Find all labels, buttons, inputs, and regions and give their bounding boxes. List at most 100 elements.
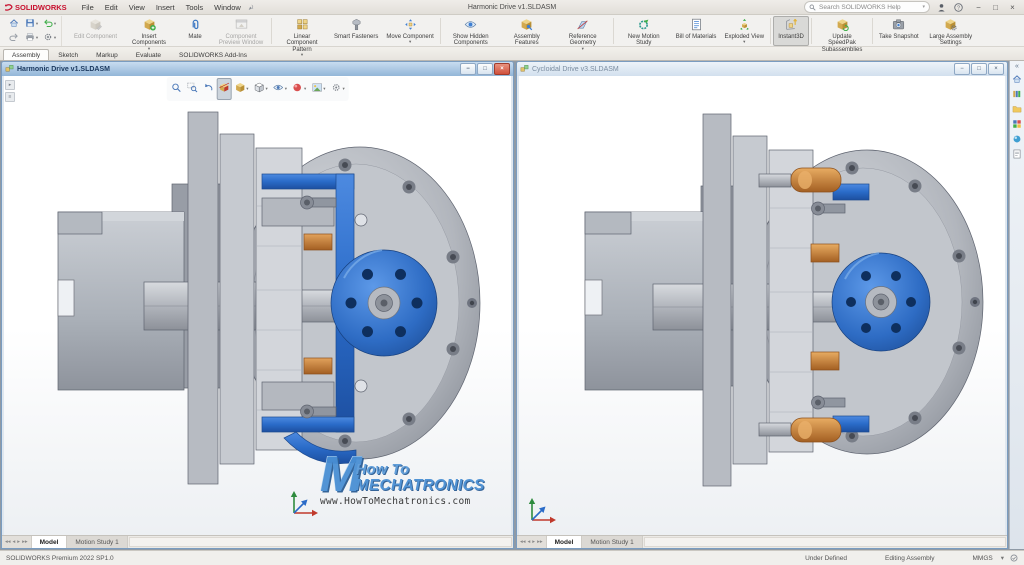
doc-minimize-button[interactable]: −	[954, 63, 970, 75]
watermark-line2: MECHATRONICS	[356, 477, 485, 494]
ribbon-component-preview-window-button[interactable]: Component Preview Window	[213, 16, 269, 46]
ribbon-mate-button[interactable]: Mate	[177, 16, 213, 46]
ribbon-update-speedpak-subassemblies-button[interactable]: Update SpeedPak Subassemblies	[814, 16, 870, 46]
graphics-area-left[interactable]: ▸ ≡ ▾▾▾▾▾▾	[4, 76, 511, 535]
tree-filter-icon[interactable]: ≡	[5, 92, 15, 102]
menu-edit[interactable]: Edit	[100, 2, 123, 13]
pin-icon[interactable]	[248, 4, 255, 11]
taskpane-file-explorer-tab[interactable]	[1011, 103, 1023, 115]
tab-solidworks-add-ins[interactable]: SOLIDWORKS Add-Ins	[170, 49, 256, 60]
ribbon-reference-geometry-button[interactable]: Reference Geometry ▾	[555, 16, 611, 46]
watermark-url: www.HowToMechatronics.com	[320, 496, 490, 507]
menu-insert[interactable]: Insert	[151, 2, 180, 13]
doc-restore-button[interactable]: □	[477, 63, 493, 75]
qa-print-button[interactable]: ▾	[23, 31, 40, 45]
ribbon-exploded-view-button[interactable]: Exploded View ▾	[720, 16, 768, 46]
hud-view-settings-button[interactable]: ▾	[329, 78, 347, 100]
ribbon-move-component-button[interactable]: Move Component ▾	[382, 16, 437, 46]
ribbon-new-motion-study-button[interactable]: New Motion Study	[616, 16, 672, 46]
take-snapshot-icon	[892, 18, 905, 34]
help-icon[interactable]: ?	[952, 1, 964, 13]
tab-first-button[interactable]: ◂◂	[520, 539, 526, 545]
tab-last-button[interactable]: ▸▸	[22, 539, 28, 545]
tab-prev-button[interactable]: ◂	[528, 539, 531, 545]
large-assembly-settings-icon	[944, 18, 957, 34]
ribbon-assembly-features-button[interactable]: Assembly Features	[499, 16, 555, 46]
menu-view[interactable]: View	[124, 2, 150, 13]
tab-scroll-buttons: ◂◂ ◂ ▸ ▸▸	[517, 536, 547, 548]
tab-next-button[interactable]: ▸	[17, 539, 20, 545]
ribbon-insert-components-button[interactable]: Insert Components ▾	[121, 16, 177, 46]
zoom-area-icon	[186, 80, 197, 98]
taskpane-view-palette-tab[interactable]	[1011, 118, 1023, 130]
doc-tab-motion-study-1[interactable]: Motion Study 1	[67, 536, 127, 548]
menu-window[interactable]: Window	[209, 2, 246, 13]
menu-file[interactable]: File	[77, 2, 99, 13]
viewport-harmonic-drive: Harmonic Drive v1.SLDASM − □ × ▸ ≡ ▾▾▾▾▾…	[1, 61, 514, 549]
search-box[interactable]: Search SOLIDWORKS Help ▾	[804, 1, 930, 13]
tab-first-button[interactable]: ◂◂	[5, 539, 11, 545]
new-motion-study-icon	[637, 18, 650, 34]
taskpane-appearances-scenes-tab[interactable]	[1011, 133, 1023, 145]
tab-prev-button[interactable]: ◂	[13, 539, 16, 545]
tab-sketch[interactable]: Sketch	[49, 49, 87, 60]
ribbon-instant3d-button[interactable]: Instant3D	[773, 16, 809, 46]
titlebar-right: Search SOLIDWORKS Help ▾ ? − □ ×	[804, 1, 1020, 13]
ribbon-show-hidden-components-button[interactable]: Show Hidden Components	[443, 16, 499, 46]
ribbon-large-assembly-settings-button[interactable]: Large Assembly Settings	[923, 16, 979, 46]
hud-view-orientation-button[interactable]: ▾	[232, 78, 250, 100]
user-account-icon[interactable]	[935, 1, 947, 13]
tab-evaluate[interactable]: Evaluate	[127, 49, 170, 60]
doc-title-text: Cycloidal Drive v3.SLDASM	[532, 66, 619, 73]
menu-tools[interactable]: Tools	[181, 2, 209, 13]
ribbon-smart-fasteners-button[interactable]: Smart Fasteners	[330, 16, 382, 46]
hud-apply-scene-button[interactable]: ▾	[309, 78, 327, 100]
doc-tab-model[interactable]: Model	[547, 536, 583, 548]
window-title: Harmonic Drive v1.SLDASM	[468, 4, 556, 11]
close-button[interactable]: ×	[1005, 2, 1020, 13]
graphics-area-right[interactable]	[519, 76, 1005, 535]
hud-zoom-fit-button[interactable]	[168, 78, 183, 100]
qa-options-button[interactable]: ▾	[41, 31, 58, 45]
doc-close-button[interactable]: ×	[988, 63, 1004, 75]
hud-hide-show-items-button[interactable]: ▾	[271, 78, 289, 100]
doc-restore-button[interactable]: □	[971, 63, 987, 75]
unit-system-dropdown[interactable]: ▾	[1001, 554, 1004, 562]
hud-section-view-button[interactable]	[216, 78, 231, 100]
search-dropdown-caret[interactable]: ▾	[922, 4, 925, 10]
doc-titlebar-harmonic[interactable]: Harmonic Drive v1.SLDASM − □ ×	[2, 62, 513, 76]
options-icon	[43, 29, 53, 47]
tab-last-button[interactable]: ▸▸	[537, 539, 543, 545]
taskpane-design-library-tab[interactable]	[1011, 88, 1023, 100]
ribbon-take-snapshot-button[interactable]: Take Snapshot	[875, 16, 923, 46]
task-pane-collapse-icon[interactable]: «	[1015, 63, 1019, 70]
restore-button[interactable]: □	[988, 2, 1003, 13]
hud-previous-view-button[interactable]	[200, 78, 215, 100]
tab-scrollbar[interactable]	[644, 537, 1006, 547]
cycloidal-drive-model[interactable]	[519, 86, 1005, 535]
tab-assembly[interactable]: Assembly	[3, 49, 49, 60]
search-icon	[809, 4, 816, 11]
doc-tab-motion-study-1[interactable]: Motion Study 1	[582, 536, 642, 548]
tree-expand-icon[interactable]: ▸	[5, 80, 15, 90]
ribbon-linear-component-pattern-button[interactable]: Linear Component Pattern ▾	[274, 16, 330, 46]
ribbon-edit-component-button[interactable]: Edit Component	[70, 16, 121, 46]
feature-tree-collapsed-strip: ▸ ≡	[5, 80, 15, 102]
tab-next-button[interactable]: ▸	[532, 539, 535, 545]
status-right: Under DefinedEditing AssemblyMMGS	[805, 555, 993, 562]
qa-redo-button[interactable]	[5, 31, 22, 45]
doc-titlebar-cycloidal[interactable]: Cycloidal Drive v3.SLDASM − □ ×	[517, 62, 1007, 76]
tab-markup[interactable]: Markup	[87, 49, 127, 60]
minimize-button[interactable]: −	[971, 2, 986, 13]
tab-scrollbar[interactable]	[129, 537, 512, 547]
status-options-icon[interactable]	[1010, 554, 1018, 562]
taskpane-solidworks-resources-tab[interactable]	[1011, 73, 1023, 85]
ribbon-bill-of-materials-button[interactable]: Bill of Materials	[672, 16, 721, 46]
doc-minimize-button[interactable]: −	[460, 63, 476, 75]
doc-close-button[interactable]: ×	[494, 63, 510, 75]
hud-edit-appearance-button[interactable]: ▾	[290, 78, 308, 100]
hud-zoom-area-button[interactable]	[184, 78, 199, 100]
hud-display-style-button[interactable]: ▾	[251, 78, 269, 100]
taskpane-custom-properties-tab[interactable]	[1011, 148, 1023, 160]
doc-tab-model[interactable]: Model	[32, 536, 68, 548]
